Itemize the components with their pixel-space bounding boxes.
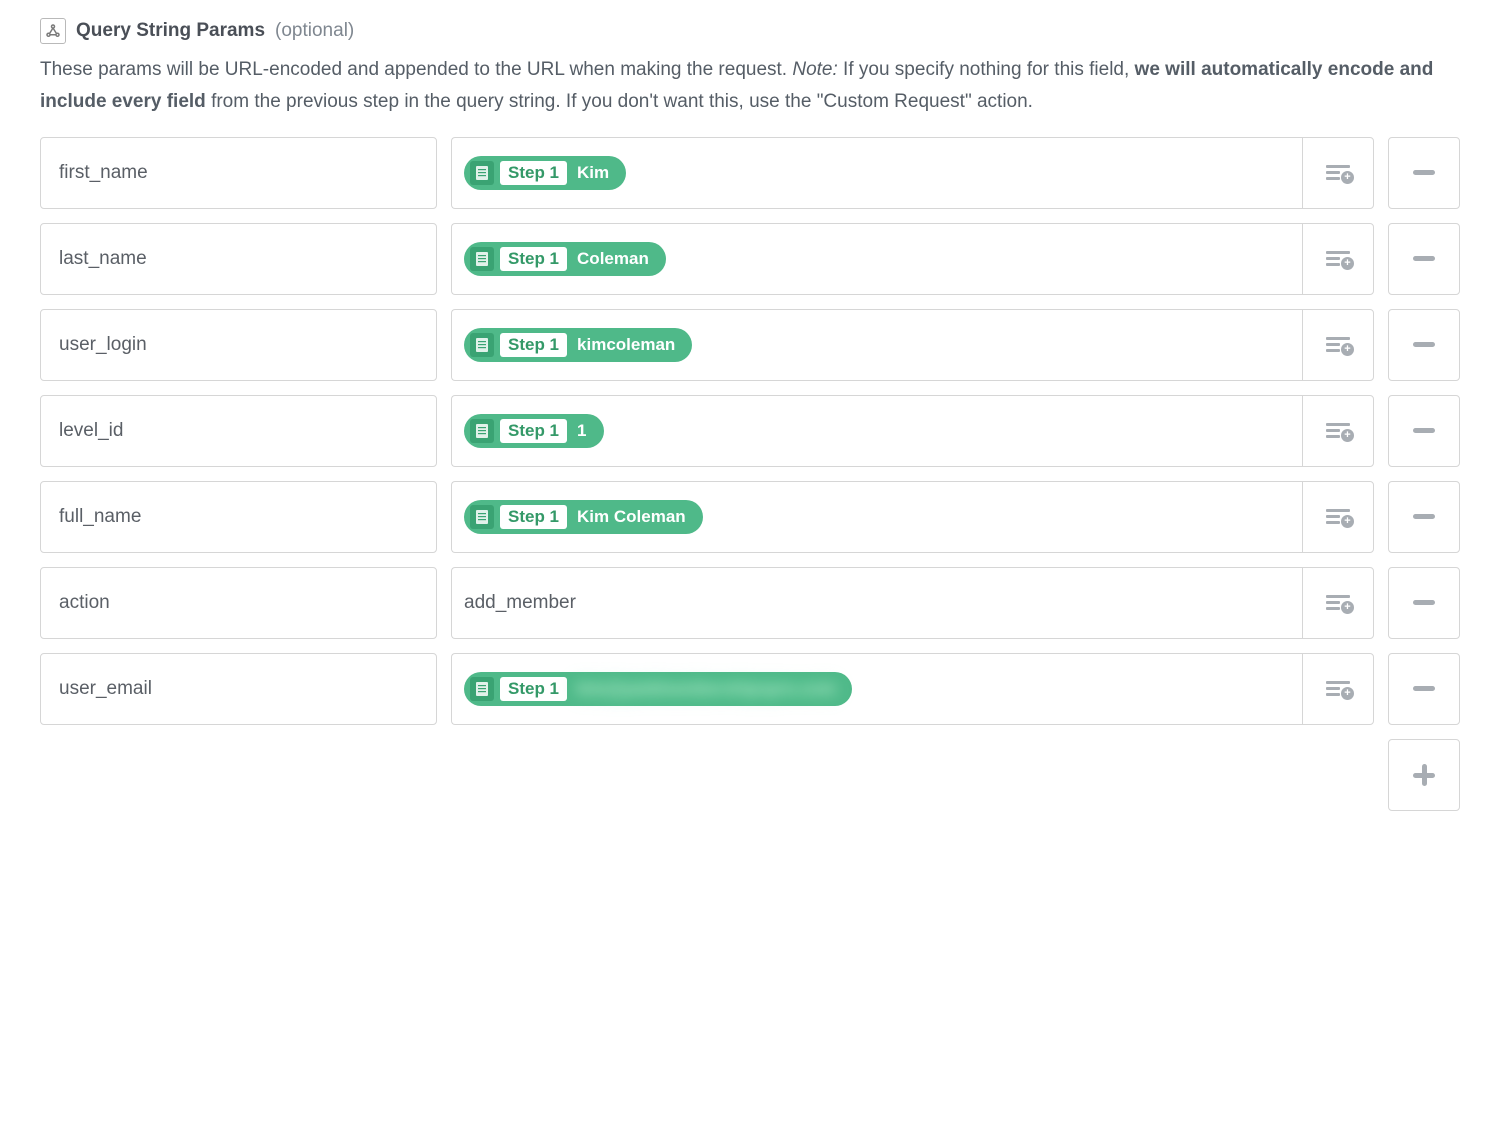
param-row: full_name Step 1 Kim Coleman +	[40, 481, 1460, 553]
minus-icon	[1413, 342, 1435, 347]
insert-data-icon: +	[1326, 165, 1350, 180]
insert-data-button[interactable]: +	[1302, 481, 1374, 553]
param-key-input[interactable]: user_email	[40, 653, 437, 725]
pill-value: Kim Coleman	[567, 507, 700, 527]
minus-icon	[1413, 686, 1435, 691]
remove-row-button[interactable]	[1388, 137, 1460, 209]
sheets-icon	[470, 333, 494, 357]
insert-data-icon: +	[1326, 251, 1350, 266]
add-row-container	[40, 739, 1460, 811]
desc-part-2: If you specify nothing for this field,	[838, 59, 1135, 80]
remove-row-button[interactable]	[1388, 395, 1460, 467]
param-value-group: Step 1 kim@paidmembershipspro.com +	[451, 653, 1374, 725]
step-data-pill[interactable]: Step 1 Kim	[464, 156, 626, 190]
plus-icon	[1413, 764, 1435, 786]
param-value-input[interactable]: Step 1 Kim	[451, 137, 1302, 209]
remove-row-button[interactable]	[1388, 309, 1460, 381]
remove-row-button[interactable]	[1388, 653, 1460, 725]
pill-step-label: Step 1	[500, 419, 567, 443]
param-key-input[interactable]: level_id	[40, 395, 437, 467]
param-row: first_name Step 1 Kim +	[40, 137, 1460, 209]
insert-data-icon: +	[1326, 681, 1350, 696]
insert-data-button[interactable]: +	[1302, 653, 1374, 725]
pill-value: kimcoleman	[567, 335, 689, 355]
sheets-icon	[470, 161, 494, 185]
param-row: level_id Step 1 1 +	[40, 395, 1460, 467]
minus-icon	[1413, 600, 1435, 605]
param-key-input[interactable]: last_name	[40, 223, 437, 295]
step-data-pill[interactable]: Step 1 kim@paidmembershipspro.com	[464, 672, 852, 706]
pill-step-label: Step 1	[500, 161, 567, 185]
sheets-icon	[470, 247, 494, 271]
param-row: user_login Step 1 kimcoleman +	[40, 309, 1460, 381]
pill-step-label: Step 1	[500, 333, 567, 357]
section-title: Query String Params	[76, 20, 265, 42]
insert-data-button[interactable]: +	[1302, 309, 1374, 381]
pill-value: Coleman	[567, 249, 663, 269]
param-value-input[interactable]: Step 1 Kim Coleman	[451, 481, 1302, 553]
minus-icon	[1413, 170, 1435, 175]
pill-value: kim@paidmembershipspro.com	[567, 679, 849, 699]
section-header: Query String Params (optional)	[40, 18, 1460, 44]
minus-icon	[1413, 256, 1435, 261]
params-list: first_name Step 1 Kim +	[40, 137, 1460, 725]
pill-value: 1	[567, 421, 600, 441]
param-key-input[interactable]: user_login	[40, 309, 437, 381]
desc-part-3: from the previous step in the query stri…	[206, 91, 1033, 112]
step-data-pill[interactable]: Step 1 1	[464, 414, 604, 448]
remove-row-button[interactable]	[1388, 223, 1460, 295]
step-data-pill[interactable]: Step 1 kimcoleman	[464, 328, 692, 362]
minus-icon	[1413, 514, 1435, 519]
param-value-group: add_member +	[451, 567, 1374, 639]
param-value-input[interactable]: add_member	[451, 567, 1302, 639]
sheets-icon	[470, 677, 494, 701]
param-key-input[interactable]: first_name	[40, 137, 437, 209]
param-value-group: Step 1 kimcoleman +	[451, 309, 1374, 381]
param-row: last_name Step 1 Coleman +	[40, 223, 1460, 295]
sheets-icon	[470, 505, 494, 529]
param-value-input[interactable]: Step 1 Coleman	[451, 223, 1302, 295]
webhook-icon	[40, 18, 66, 44]
param-value-input[interactable]: Step 1 1	[451, 395, 1302, 467]
pill-step-label: Step 1	[500, 247, 567, 271]
sheets-icon	[470, 419, 494, 443]
desc-note-label: Note:	[792, 59, 837, 80]
section-description: These params will be URL-encoded and app…	[40, 54, 1460, 119]
pill-step-label: Step 1	[500, 505, 567, 529]
insert-data-button[interactable]: +	[1302, 567, 1374, 639]
step-data-pill[interactable]: Step 1 Coleman	[464, 242, 666, 276]
param-key-input[interactable]: full_name	[40, 481, 437, 553]
param-value-input[interactable]: Step 1 kimcoleman	[451, 309, 1302, 381]
minus-icon	[1413, 428, 1435, 433]
insert-data-icon: +	[1326, 337, 1350, 352]
insert-data-button[interactable]: +	[1302, 395, 1374, 467]
step-data-pill[interactable]: Step 1 Kim Coleman	[464, 500, 703, 534]
insert-data-icon: +	[1326, 509, 1350, 524]
insert-data-icon: +	[1326, 595, 1350, 610]
param-value-input[interactable]: Step 1 kim@paidmembershipspro.com	[451, 653, 1302, 725]
insert-data-button[interactable]: +	[1302, 223, 1374, 295]
param-value-group: Step 1 Kim Coleman +	[451, 481, 1374, 553]
param-row: action add_member +	[40, 567, 1460, 639]
param-value-group: Step 1 Kim +	[451, 137, 1374, 209]
param-key-input[interactable]: action	[40, 567, 437, 639]
insert-data-icon: +	[1326, 423, 1350, 438]
param-row: user_email Step 1 kim@paidmembershipspro…	[40, 653, 1460, 725]
add-row-button[interactable]	[1388, 739, 1460, 811]
desc-part-1: These params will be URL-encoded and app…	[40, 59, 792, 80]
param-value-group: Step 1 Coleman +	[451, 223, 1374, 295]
pill-value: Kim	[567, 163, 623, 183]
remove-row-button[interactable]	[1388, 481, 1460, 553]
insert-data-button[interactable]: +	[1302, 137, 1374, 209]
remove-row-button[interactable]	[1388, 567, 1460, 639]
param-value-group: Step 1 1 +	[451, 395, 1374, 467]
pill-step-label: Step 1	[500, 677, 567, 701]
optional-label: (optional)	[275, 20, 354, 42]
